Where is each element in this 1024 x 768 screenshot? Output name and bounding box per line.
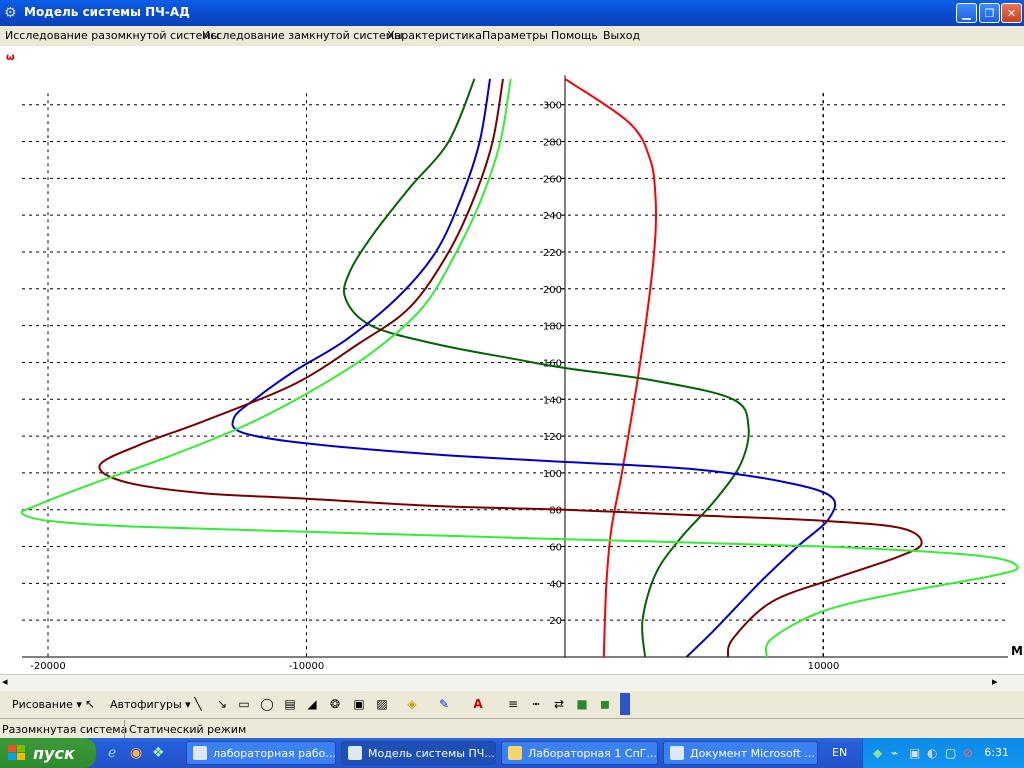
menu-help[interactable]: Помощь (551, 29, 598, 42)
tray-security-icon[interactable]: ⊘ (963, 746, 973, 760)
textbox-icon[interactable]: ▤ (282, 697, 298, 711)
y-tick-label: 220 (543, 248, 562, 259)
minimize-button[interactable]: ▁ (956, 3, 977, 23)
y-tick-label: 120 (543, 432, 562, 443)
word-doc-icon (670, 746, 684, 760)
close-button[interactable]: ✕ (1001, 3, 1022, 23)
tray-network-icon[interactable]: ◆ (873, 746, 882, 760)
drawing-toolbar: Рисование ▾ ↖ Автофигуры ▾ ╲ ↘ ▭ ◯ ▤ ◢ ❂… (0, 690, 1024, 719)
clipart-icon[interactable]: ▣ (351, 697, 367, 711)
tray-usb-icon[interactable]: ⌁ (891, 746, 898, 760)
y-tick-label: 260 (543, 174, 562, 185)
task-button-model[interactable]: Модель системы ПЧ... (341, 741, 496, 765)
media-icon[interactable]: ◉ (130, 745, 142, 761)
y-tick-label: 280 (543, 138, 562, 149)
menu-bar: Исследование разомкнутой системы Исследо… (0, 26, 1024, 45)
arrow-icon[interactable]: ↘ (214, 697, 230, 711)
dash-style-icon[interactable]: ┅ (528, 697, 544, 711)
messenger-icon[interactable]: ❖ (152, 745, 165, 761)
shadow-icon[interactable]: ■ (574, 697, 590, 711)
diagram-icon[interactable]: ❂ (327, 697, 343, 711)
menu-open-system[interactable]: Исследование разомкнутой системы (5, 29, 219, 42)
status-bar: Разомкнутая система Статический режим (0, 718, 1024, 739)
x-tick-label: 10000 (808, 661, 840, 672)
y-tick-label: 20 (549, 616, 562, 627)
horizontal-scrollbar[interactable]: ◂ ▸ (0, 674, 1024, 691)
x-tick-label: -20000 (30, 661, 65, 672)
status-right: Статический режим (129, 723, 247, 736)
chart-canvas: 300 280 260 240 220 200 180 160 140 120 100 80 60 40 2… (0, 46, 1024, 674)
y-tick-label: 140 (543, 395, 562, 406)
word-doc-icon (193, 746, 207, 760)
draw-menu-button[interactable]: Рисование ▾ (12, 698, 82, 711)
restore-button[interactable]: ❐ (979, 3, 1000, 23)
y-tick-label: 200 (543, 285, 562, 296)
x-tick-label: -10000 (289, 661, 324, 672)
select-arrow-icon[interactable]: ↖ (82, 697, 98, 711)
x-axis-label: M (1011, 644, 1023, 658)
taskbar: пуск ℯ ◉ ❖ лабораторная рабо... Модель с… (0, 738, 1024, 768)
series-line-1 (564, 78, 658, 658)
y-tick-label: 240 (543, 211, 562, 222)
characteristics-chart: 3002802602402202001801601401201008060402… (6, 52, 1023, 672)
gear-icon: ⚙ (4, 5, 17, 21)
language-indicator[interactable]: EN (832, 746, 847, 759)
rectangle-icon[interactable]: ▭ (236, 697, 252, 711)
task-button-word[interactable]: Документ Microsoft ... (663, 741, 818, 765)
task-label: лабораторная рабо... (213, 747, 336, 760)
autoshapes-button[interactable]: Автофигуры ▾ (110, 698, 191, 711)
task-label: Документ Microsoft ... (690, 747, 815, 760)
status-left: Разомкнутая система (2, 723, 128, 736)
y-tick-label: 40 (549, 579, 562, 590)
menu-characteristic[interactable]: Характеристика (387, 29, 482, 42)
y-tick-label: 180 (543, 322, 562, 333)
task-label: Лабораторная 1 СпГ... (528, 747, 657, 760)
task-button-folder[interactable]: Лабораторная 1 СпГ... (501, 741, 658, 765)
y-tick-label: 60 (549, 543, 562, 554)
tray-volume-icon[interactable]: ◐ (927, 746, 937, 760)
windows-logo-icon (8, 745, 25, 760)
clock: 6:31 (984, 746, 1009, 759)
wordart-icon[interactable]: ◢ (304, 697, 320, 711)
fill-color-icon[interactable]: ◈ (404, 697, 420, 711)
gear-icon (348, 746, 362, 760)
line-icon[interactable]: ╲ (190, 697, 206, 711)
y-tick-label: 100 (543, 469, 562, 480)
ie-icon[interactable]: ℯ (108, 745, 116, 761)
start-button[interactable]: пуск (0, 738, 96, 768)
line-color-icon[interactable]: ✎ (436, 697, 452, 711)
window-title: Модель системы ПЧ-АД (24, 5, 190, 19)
folder-icon (508, 746, 522, 760)
title-bar: ⚙ Модель системы ПЧ-АД ▁ ❐ ✕ (0, 0, 1024, 26)
3d-icon[interactable]: ◼ (597, 697, 613, 711)
menu-parameters[interactable]: Параметры (482, 29, 548, 42)
tray-monitor-icon[interactable]: ▣ (909, 746, 920, 760)
series-line-5 (20, 78, 1019, 658)
menu-exit[interactable]: Выход (603, 29, 640, 42)
y-tick-label: 80 (549, 506, 562, 517)
line-style-icon[interactable]: ≡ (505, 697, 521, 711)
status-divider (124, 720, 125, 738)
y-tick-label: 300 (543, 101, 562, 112)
menu-closed-system[interactable]: Исследование замкнутой системы (202, 29, 403, 42)
system-tray: ◆ ⌁ ▣ ◐ ▢ ⊘ 6:31 (862, 738, 1024, 768)
task-button-lab-doc[interactable]: лабораторная рабо... (186, 741, 336, 765)
scroll-left-arrow[interactable]: ◂ (2, 675, 8, 688)
toolbar-options-button[interactable] (620, 693, 630, 715)
task-label: Модель системы ПЧ... (368, 747, 495, 760)
start-label: пуск (33, 744, 75, 763)
arrow-style-icon[interactable]: ⇄ (551, 697, 567, 711)
scroll-right-arrow[interactable]: ▸ (992, 675, 998, 688)
y-axis-label: ω (6, 52, 15, 63)
picture-icon[interactable]: ▨ (374, 697, 390, 711)
font-color-icon[interactable]: A (470, 697, 486, 711)
oval-icon[interactable]: ◯ (259, 697, 275, 711)
series-line-4 (98, 78, 923, 658)
tray-app-icon[interactable]: ▢ (945, 746, 956, 760)
